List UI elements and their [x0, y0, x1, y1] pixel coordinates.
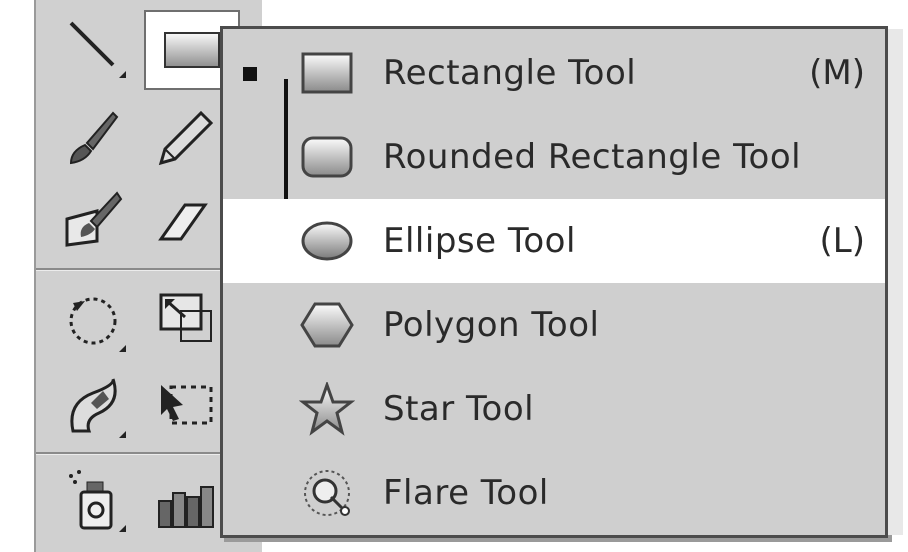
shortcut-label: (L): [819, 221, 865, 261]
symbol-sprayer-tool-icon[interactable]: [56, 462, 130, 536]
blob-brush-tool-icon[interactable]: [56, 182, 130, 256]
shape-tools-flyout-menu: Rectangle Tool (M) Rounded Rectangle Too…: [220, 26, 903, 538]
panel-edge: [888, 29, 903, 535]
menu-item-star-tool[interactable]: Star Tool: [223, 367, 885, 451]
polygon-icon: [299, 297, 355, 353]
scale-tool-icon[interactable]: [148, 282, 222, 356]
free-transform-tool-icon[interactable]: [148, 368, 222, 442]
menu-item-label: Flare Tool: [383, 473, 549, 513]
menu-item-polygon-tool[interactable]: Polygon Tool: [223, 283, 885, 367]
shortcut-label: (M): [809, 53, 865, 93]
menu-item-label: Ellipse Tool: [383, 221, 576, 261]
flare-icon: [299, 465, 355, 521]
ellipse-icon: [299, 213, 355, 269]
menu-item-label: Rounded Rectangle Tool: [383, 137, 802, 177]
pencil-tool-icon[interactable]: [148, 100, 222, 174]
rectangle-icon: [299, 45, 355, 101]
menu-item-flare-tool[interactable]: Flare Tool: [223, 451, 885, 535]
line-segment-tool-icon[interactable]: [56, 8, 130, 82]
menu-item-label: Rectangle Tool: [383, 53, 637, 93]
menu-item-rectangle-tool[interactable]: Rectangle Tool (M): [223, 31, 885, 115]
menu-item-rounded-rectangle-tool[interactable]: Rounded Rectangle Tool: [223, 115, 885, 199]
menu-item-ellipse-tool[interactable]: Ellipse Tool (L): [223, 199, 885, 283]
warp-tool-icon[interactable]: [56, 368, 130, 442]
menu-item-label: Star Tool: [383, 389, 535, 429]
paintbrush-tool-icon[interactable]: [56, 100, 130, 174]
rounded-rectangle-icon: [299, 129, 355, 185]
rotate-tool-icon[interactable]: [56, 282, 130, 356]
eraser-tool-icon[interactable]: [148, 182, 222, 256]
menu-item-label: Polygon Tool: [383, 305, 600, 345]
column-graph-tool-icon[interactable]: [148, 462, 222, 536]
star-icon: [299, 381, 355, 437]
